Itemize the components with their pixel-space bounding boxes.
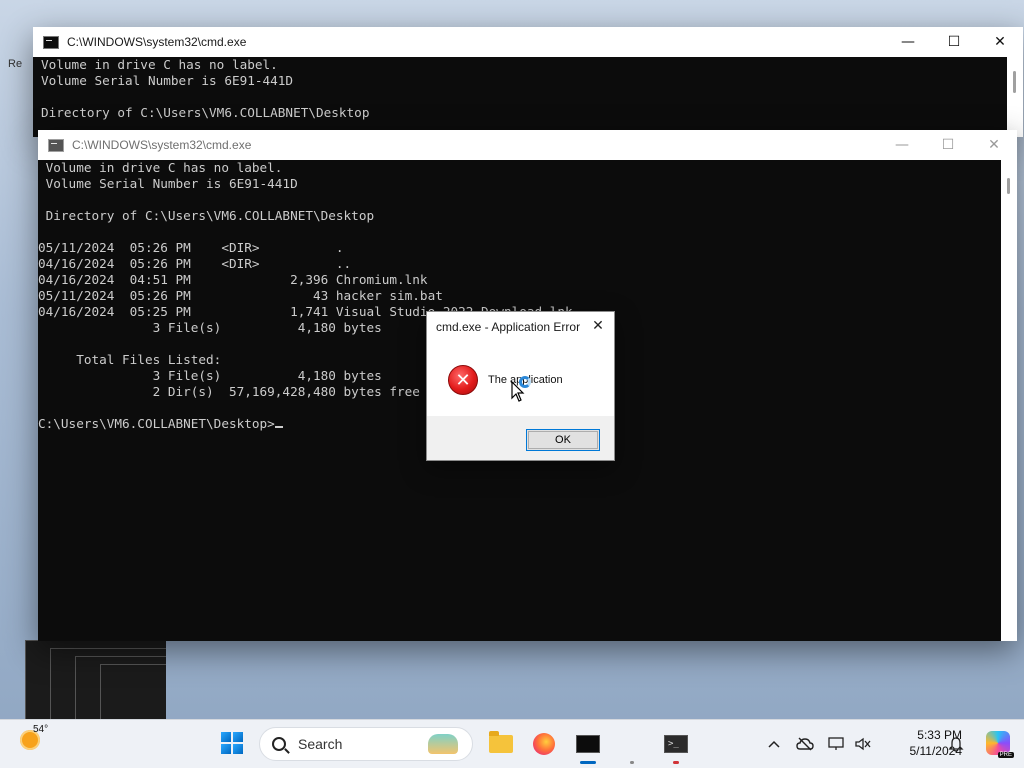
console-line: Volume Serial Number is 6E91-441D xyxy=(38,176,298,191)
system-tray xyxy=(762,720,875,768)
desktop-edge-label: Re xyxy=(8,58,23,70)
ok-button[interactable]: OK xyxy=(526,429,600,451)
front-scroll-thumb[interactable] xyxy=(1007,178,1010,194)
notification-bell-icon[interactable] xyxy=(944,732,968,756)
terminal-icon: >_ xyxy=(664,735,688,753)
console-line: 05/11/2024 05:26 PM <DIR> . xyxy=(38,240,344,255)
cmd-icon xyxy=(43,35,59,49)
cmd-taskbar-button[interactable] xyxy=(572,728,604,764)
console-line: 04/16/2024 05:26 PM <DIR> .. xyxy=(38,256,352,271)
onedrive-offline-icon[interactable] xyxy=(793,732,817,756)
front-window-titlebar[interactable]: C:\WINDOWS\system32\cmd.exe — ☐ ✕ xyxy=(38,130,1017,160)
back-window-titlebar[interactable]: C:\WINDOWS\system32\cmd.exe — ☐ ✕ xyxy=(33,27,1023,57)
running-indicator xyxy=(630,761,634,764)
front-window-title: C:\WINDOWS\system32\cmd.exe xyxy=(72,138,252,152)
front-minimize-button[interactable]: — xyxy=(879,130,925,160)
weather-widget[interactable]: 54° xyxy=(20,724,48,750)
terminal-taskbar-button[interactable]: >_ xyxy=(660,728,692,764)
stacked-window-edges xyxy=(20,640,170,721)
back-close-button[interactable]: ✕ xyxy=(977,27,1023,57)
taskbar: 54° Search >_ 5:33 PM 5/11/2024 PRE xyxy=(0,719,1024,768)
front-close-button[interactable]: ✕ xyxy=(971,130,1017,160)
active-indicator xyxy=(580,761,596,764)
search-icon xyxy=(272,737,286,751)
search-highlight-art xyxy=(428,734,458,754)
search-placeholder: Search xyxy=(298,736,343,752)
console-line: 05/11/2024 05:26 PM 43 hacker sim.bat xyxy=(38,288,443,303)
cmd-icon xyxy=(48,138,64,152)
copilot-preview-badge: PRE xyxy=(997,752,1014,758)
console-line: Directory of C:\Users\VM6.COLLABNET\Desk… xyxy=(38,208,375,223)
back-console-output[interactable]: Volume in drive C has no label. Volume Se… xyxy=(33,57,1007,137)
text-cursor xyxy=(274,426,283,428)
volume-muted-icon[interactable] xyxy=(851,732,875,756)
windows-logo-tile xyxy=(233,732,243,742)
back-scroll-thumb[interactable] xyxy=(1013,71,1016,93)
console-line: Directory of C:\Users\VM6.COLLABNET\Desk… xyxy=(41,105,370,120)
cmd-icon xyxy=(576,735,600,753)
chevron-up-icon[interactable] xyxy=(762,732,786,756)
windows-logo-tile xyxy=(221,732,231,742)
error-icon: ✕ xyxy=(448,365,478,395)
back-window-title: C:\WINDOWS\system32\cmd.exe xyxy=(67,35,247,49)
firefox-button[interactable] xyxy=(528,728,560,760)
cmd-window-back[interactable]: C:\WINDOWS\system32\cmd.exe — ☐ ✕ Volume… xyxy=(33,27,1023,137)
console-line: Volume in drive C has no label. xyxy=(38,160,283,175)
back-maximize-button[interactable]: ☐ xyxy=(931,27,977,57)
dialog-close-button[interactable]: ✕ xyxy=(588,316,608,336)
folder-icon xyxy=(489,731,513,753)
taskbar-search-box[interactable]: Search xyxy=(259,727,473,761)
windows-logo-tile xyxy=(233,744,243,754)
dialog-title: cmd.exe - Application Error xyxy=(436,320,581,334)
console-line: Volume Serial Number is 6E91-441D xyxy=(41,73,294,88)
attention-indicator xyxy=(673,761,679,764)
windows-logo-tile xyxy=(221,744,231,754)
front-scrollbar[interactable] xyxy=(1001,160,1017,641)
hidden-app-button[interactable] xyxy=(616,728,648,764)
console-prompt: C:\Users\VM6.COLLABNET\Desktop> xyxy=(38,416,275,431)
network-icon[interactable] xyxy=(824,732,848,756)
file-explorer-button[interactable] xyxy=(485,728,517,760)
back-scrollbar[interactable] xyxy=(1007,57,1023,137)
copilot-icon[interactable]: PRE xyxy=(986,731,1014,758)
firefox-icon xyxy=(533,733,555,755)
mouse-pointer-icon xyxy=(511,381,525,402)
console-line: 04/16/2024 04:51 PM 2,396 Chromium.lnk xyxy=(38,272,428,287)
dialog-footer: OK xyxy=(427,416,614,460)
weather-temperature: 54° xyxy=(33,724,49,735)
console-line: Volume in drive C has no label. xyxy=(41,57,278,72)
front-maximize-button[interactable]: ☐ xyxy=(925,130,971,160)
back-minimize-button[interactable]: — xyxy=(885,27,931,57)
start-button[interactable] xyxy=(221,732,243,754)
